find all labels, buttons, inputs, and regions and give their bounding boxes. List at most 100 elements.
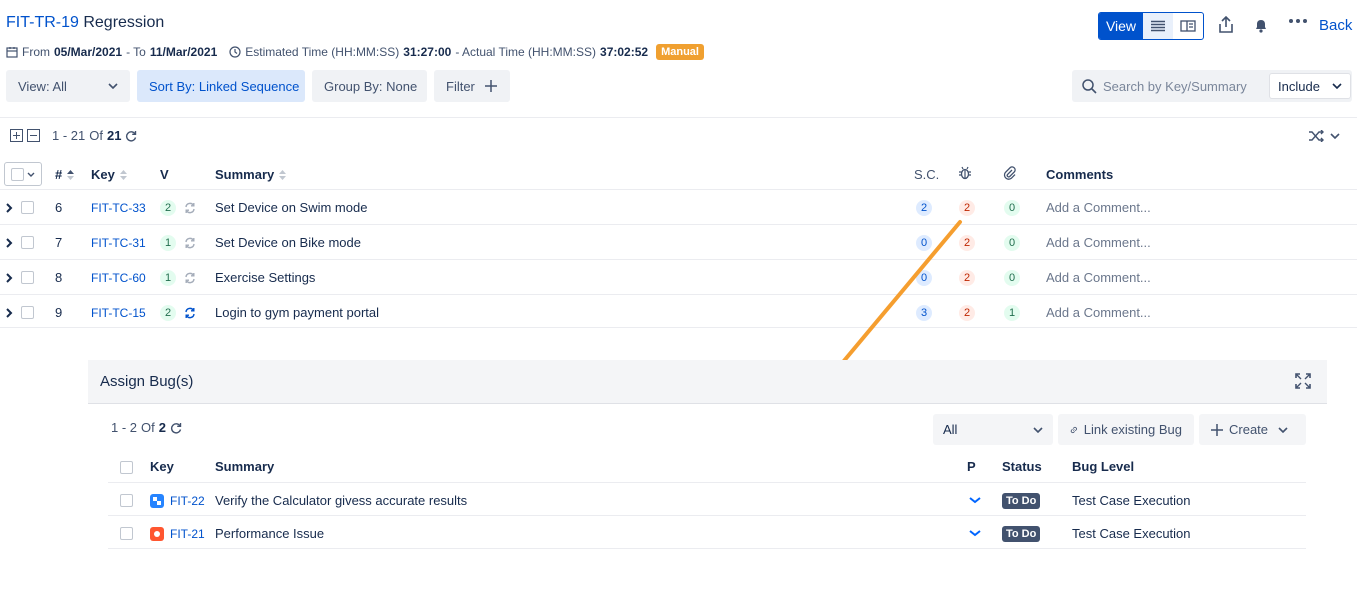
column-header-sc[interactable]: S.C.	[914, 167, 939, 182]
bug-row[interactable]: FIT-22 Verify the Calculator givess accur…	[108, 482, 1306, 515]
refresh-icon[interactable]	[125, 130, 137, 142]
table-bottom-border	[0, 327, 1357, 328]
sort-by-button[interactable]: Sort By: Linked Sequence	[137, 70, 305, 102]
row-number: 9	[55, 305, 63, 320]
view-filter-select[interactable]: View: All	[6, 70, 130, 102]
add-comment-field[interactable]: Add a Comment...	[1046, 225, 1151, 260]
bug-row-checkbox[interactable]	[120, 483, 133, 518]
include-label: Include	[1278, 78, 1320, 94]
row-checkbox[interactable]	[21, 190, 34, 225]
test-case-summary: Login to gym payment portal	[215, 305, 380, 320]
add-comment-field[interactable]: Add a Comment...	[1046, 260, 1151, 295]
row-checkbox[interactable]	[21, 260, 34, 295]
test-run-key[interactable]: FIT-TR-19	[6, 14, 79, 31]
run-meta: From 05/Mar/2021 - To 11/Mar/2021 Estima…	[6, 44, 704, 60]
link-existing-bug-button[interactable]: Link existing Bug	[1058, 414, 1194, 445]
row-checkbox[interactable]	[21, 295, 34, 330]
row-number: 7	[55, 235, 63, 250]
to-label: - To	[126, 45, 146, 59]
row-checkbox[interactable]	[21, 225, 34, 260]
step-count-badge: 0	[916, 234, 932, 251]
chevron-down-icon	[108, 83, 118, 89]
table-row[interactable]: 7 FIT-TC-31 1 Set Device on Bike mode 0 2 0 Add…	[0, 224, 1357, 259]
sync-icon[interactable]	[184, 225, 196, 260]
bug-table-bottom-border	[108, 548, 1306, 549]
column-header-key[interactable]: Key	[91, 167, 128, 182]
expand-all-icon[interactable]	[10, 129, 23, 142]
column-options[interactable]	[1308, 130, 1340, 142]
bug-count-badge[interactable]: 2	[959, 234, 975, 251]
bug-count-badge[interactable]: 2	[959, 304, 975, 321]
table-row[interactable]: 9 FIT-TC-15 2 Login to gym payment portal 3 2…	[0, 294, 1357, 329]
collapse-all-icon[interactable]	[27, 129, 40, 142]
search-icon	[1082, 78, 1097, 94]
view-button[interactable]: View	[1099, 13, 1143, 39]
table-row[interactable]: 8 FIT-TC-60 1 Exercise Settings 0 2 0 Add a Com…	[0, 259, 1357, 294]
detail-view-button[interactable]	[1173, 13, 1203, 39]
create-bug-button[interactable]: Create	[1199, 414, 1306, 445]
version-badge: 1	[160, 269, 176, 286]
column-header-version[interactable]: V	[160, 167, 169, 182]
pagination: 1 - 21 Of 21	[10, 128, 137, 143]
bug-column-header-key: Key	[150, 459, 174, 474]
bug-select-all-checkbox[interactable]	[120, 461, 133, 474]
bug-filter-label: All	[943, 422, 958, 437]
sort-icon	[119, 169, 127, 180]
from-date: 05/Mar/2021	[54, 45, 123, 59]
attachment-count-badge[interactable]: 1	[1004, 304, 1020, 321]
notification-bell-icon[interactable]	[1253, 17, 1269, 33]
list-view-button[interactable]	[1143, 13, 1173, 39]
bug-count-badge[interactable]: 2	[959, 269, 975, 286]
expand-row-icon[interactable]	[6, 225, 13, 260]
fullscreen-icon[interactable]	[1295, 373, 1311, 389]
bug-key-link[interactable]: FIT-22	[170, 494, 205, 508]
test-case-key-link[interactable]: FIT-TC-15	[91, 295, 146, 330]
test-case-key-link[interactable]: FIT-TC-60	[91, 260, 146, 295]
expand-row-icon[interactable]	[6, 190, 13, 225]
chevron-down-icon	[27, 172, 35, 177]
sync-icon[interactable]	[184, 190, 196, 225]
chevron-down-icon	[1278, 426, 1288, 433]
bug-row[interactable]: FIT-21 Performance Issue To Do Test Case Ex…	[108, 515, 1306, 548]
bug-row-checkbox[interactable]	[120, 516, 133, 551]
add-comment-field[interactable]: Add a Comment...	[1046, 295, 1151, 330]
bug-filter-select[interactable]: All	[933, 414, 1053, 445]
share-icon[interactable]	[1218, 16, 1234, 34]
page-title: FIT-TR-19 Regression	[6, 14, 164, 32]
attachment-count-badge[interactable]: 0	[1004, 199, 1020, 216]
select-all-dropdown[interactable]	[4, 162, 42, 186]
column-header-num[interactable]: #	[55, 167, 75, 182]
actual-time-value: 37:02:52	[600, 45, 649, 59]
bug-count-badge[interactable]: 2	[959, 199, 975, 216]
bug-level: Test Case Execution	[1072, 526, 1191, 541]
assign-bugs-header: Assign Bug(s)	[88, 360, 1327, 404]
refresh-icon[interactable]	[170, 422, 182, 434]
priority-low-icon	[969, 516, 981, 551]
select-all-checkbox[interactable]	[10, 167, 24, 181]
test-case-key-link[interactable]: FIT-TC-31	[91, 225, 146, 260]
attachment-count-badge[interactable]: 0	[1004, 269, 1020, 286]
bug-key-link[interactable]: FIT-21	[170, 527, 205, 541]
table-row[interactable]: 6 FIT-TC-33 2 Set Device on Swim mode 2 2 0 Add…	[0, 189, 1357, 224]
expand-row-icon[interactable]	[6, 295, 13, 330]
group-by-button[interactable]: Group By: None	[312, 70, 427, 102]
search-input[interactable]	[1103, 78, 1261, 94]
test-case-summary: Exercise Settings	[215, 270, 316, 285]
include-select[interactable]: Include	[1269, 73, 1351, 99]
assign-bugs-title: Assign Bug(s)	[100, 373, 194, 390]
column-header-summary[interactable]: Summary	[215, 167, 287, 182]
bug-summary: Performance Issue	[215, 526, 325, 541]
attachment-count-badge[interactable]: 0	[1004, 234, 1020, 251]
shuffle-icon	[1309, 130, 1324, 142]
chevron-down-icon	[1330, 133, 1340, 139]
back-link[interactable]: Back	[1319, 17, 1352, 34]
filter-button[interactable]: Filter	[434, 70, 510, 102]
sync-icon[interactable]	[184, 295, 196, 330]
version-badge: 1	[160, 234, 176, 251]
bug-pagination: 1 - 2 Of 2	[111, 420, 182, 435]
test-case-key-link[interactable]: FIT-TC-33	[91, 190, 146, 225]
expand-row-icon[interactable]	[6, 260, 13, 295]
add-comment-field[interactable]: Add a Comment...	[1046, 190, 1151, 225]
more-options-icon[interactable]	[1288, 18, 1308, 24]
sync-icon[interactable]	[184, 260, 196, 295]
